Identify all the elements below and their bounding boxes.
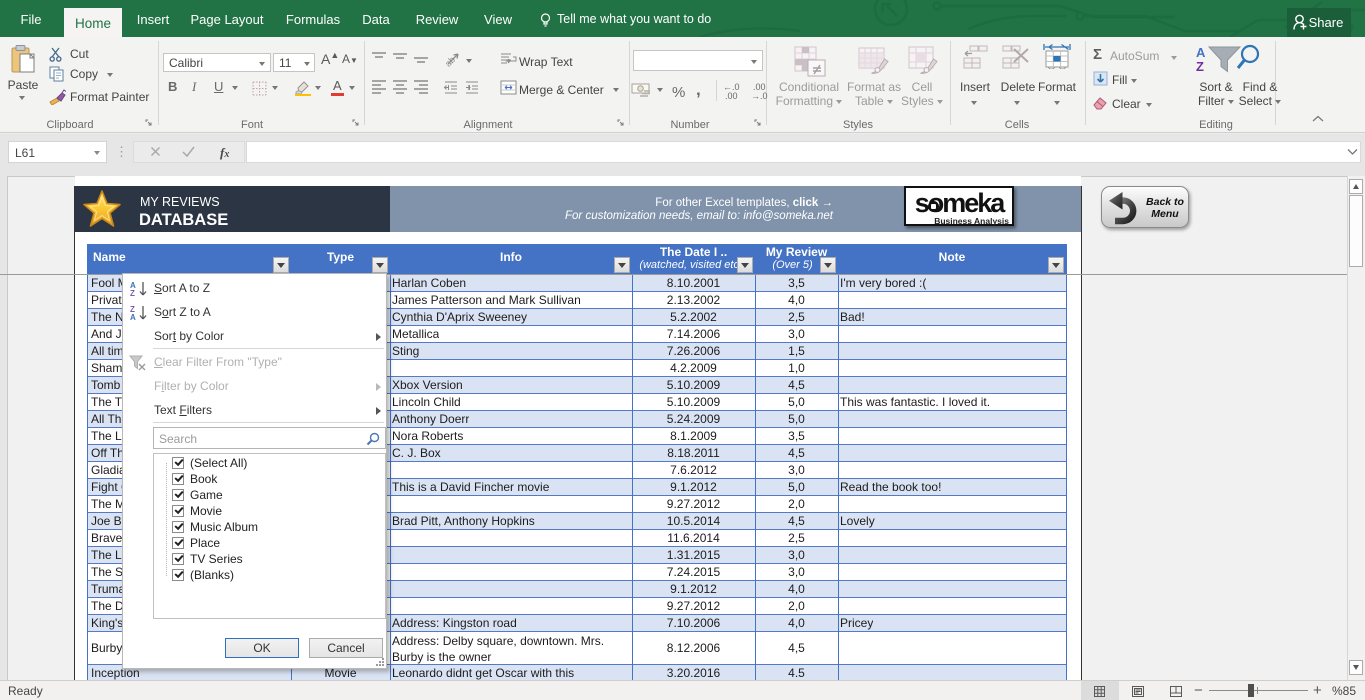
svg-text:A: A — [1196, 45, 1206, 60]
svg-text:Z: Z — [1196, 59, 1204, 74]
svg-text:Z: Z — [130, 289, 135, 297]
svg-text:A: A — [130, 313, 136, 321]
